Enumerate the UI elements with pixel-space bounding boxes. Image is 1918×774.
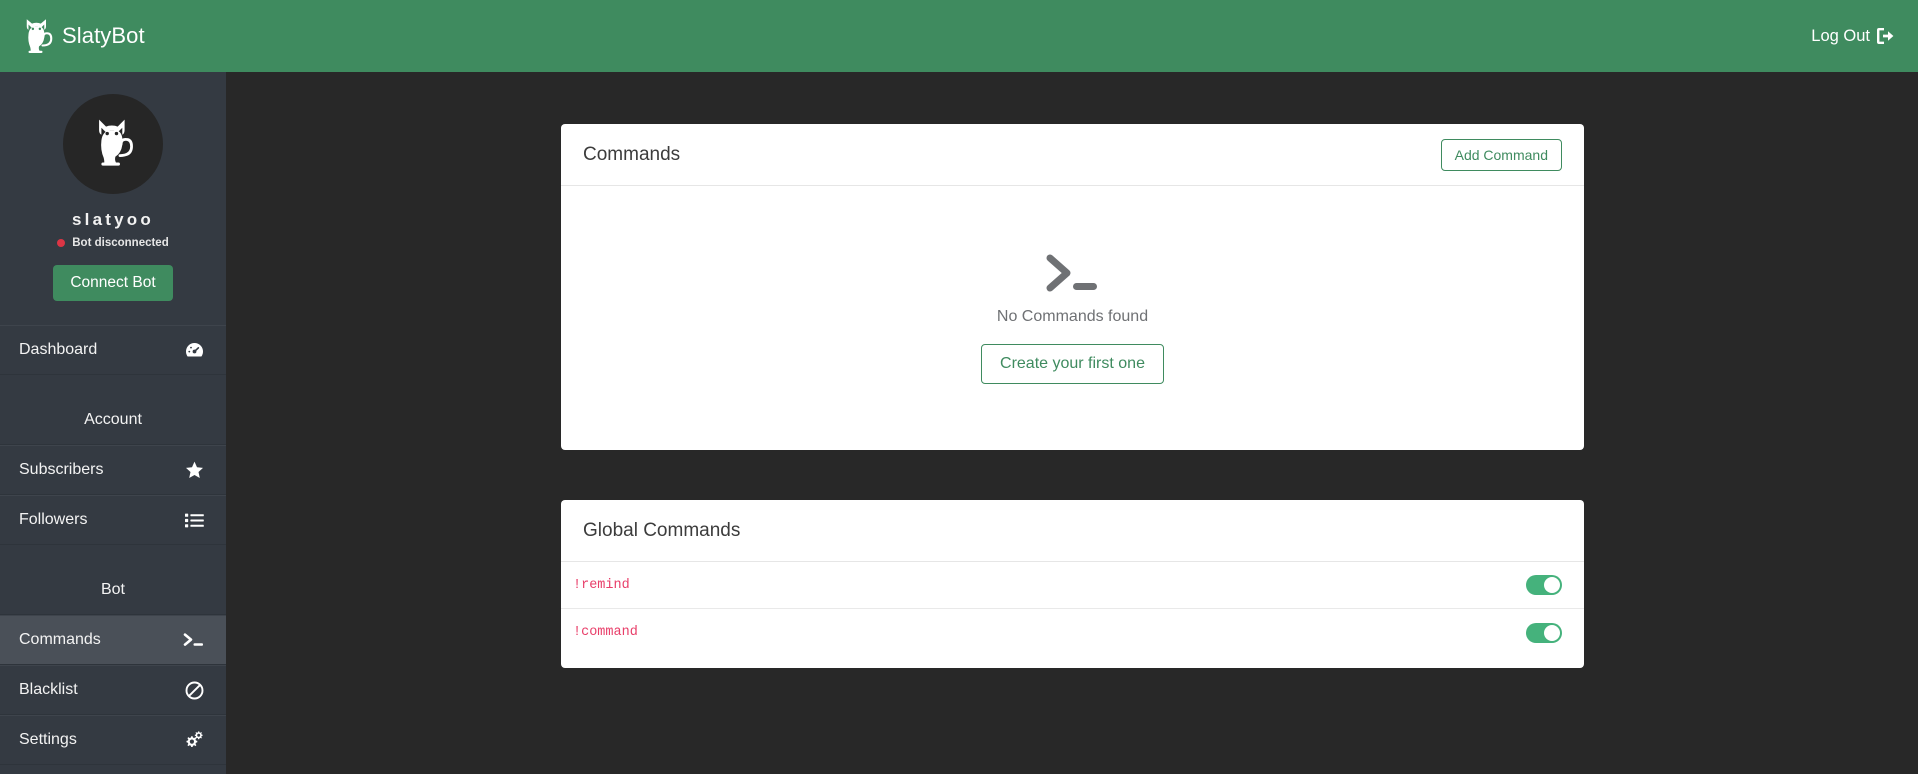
command-toggle[interactable] [1526, 622, 1562, 643]
avatar [63, 94, 163, 194]
main-content: Commands Add Command No Commands found C… [226, 72, 1918, 774]
commands-card-header: Commands Add Command [561, 124, 1584, 186]
empty-state-text: No Commands found [996, 307, 1149, 325]
profile-panel: slatyoo Bot disconnected Connect Bot [0, 72, 226, 301]
toggle-knob [1544, 624, 1560, 641]
sidebar-heading-bot: Bot [0, 565, 226, 615]
sidebar-item-followers[interactable]: Followers [0, 495, 226, 545]
sidebar-item-label: Commands [19, 631, 101, 648]
global-command-row: !remind [561, 562, 1584, 609]
top-navbar: SlatyBot Log Out [0, 0, 1918, 72]
connect-bot-button[interactable]: Connect Bot [53, 265, 173, 301]
status-dot-icon [57, 239, 66, 247]
sidebar-item-label: Settings [19, 731, 77, 748]
cogs-icon [183, 731, 204, 749]
sidebar-heading-account: Account [0, 395, 226, 445]
brand-title: SlatyBot [62, 23, 145, 48]
sidebar: slatyoo Bot disconnected Connect Bot Das… [0, 72, 226, 774]
global-commands-title: Global Commands [583, 519, 741, 541]
add-command-button[interactable]: Add Command [1440, 138, 1562, 171]
command-name: !command [573, 625, 638, 640]
sidebar-item-subscribers[interactable]: Subscribers [0, 445, 226, 495]
global-commands-card: Global Commands !remind !command [561, 500, 1584, 668]
bot-status-label: Bot disconnected [72, 237, 169, 249]
sidebar-item-settings[interactable]: Settings [0, 715, 226, 765]
toggle-knob [1544, 577, 1560, 593]
logout-label: Log Out [1811, 26, 1870, 45]
sidebar-item-label: Subscribers [19, 461, 104, 478]
terminal-icon [183, 632, 204, 648]
ban-icon [185, 681, 204, 700]
sidebar-item-label: Dashboard [19, 341, 98, 358]
star-icon [185, 461, 204, 479]
sidebar-item-blacklist[interactable]: Blacklist [0, 665, 226, 715]
sidebar-item-label: Blacklist [19, 681, 78, 698]
sign-out-icon [1877, 28, 1894, 44]
commands-empty-state: No Commands found Create your first one [561, 186, 1584, 449]
cat-logo-icon [18, 14, 60, 58]
cat-avatar-icon [85, 115, 141, 173]
brand-link[interactable]: SlatyBot [18, 14, 145, 58]
command-name: !remind [573, 577, 630, 593]
bot-status: Bot disconnected [0, 237, 226, 249]
sidebar-item-dashboard[interactable]: Dashboard [0, 325, 226, 375]
global-command-row: !command [561, 609, 1584, 656]
tachometer-icon [185, 342, 204, 359]
profile-name: slatyoo [72, 210, 154, 229]
terminal-prompt-icon [1045, 252, 1101, 296]
create-first-command-button[interactable]: Create your first one [981, 343, 1164, 384]
logout-button[interactable]: Log Out [1811, 27, 1894, 46]
sidebar-nav: Dashboard Account Subscribers Followers … [0, 325, 226, 765]
command-toggle[interactable] [1526, 575, 1562, 595]
list-icon [185, 513, 204, 528]
sidebar-item-label: Followers [19, 511, 88, 528]
page-title: Commands [583, 143, 681, 165]
commands-card: Commands Add Command No Commands found C… [561, 124, 1584, 450]
sidebar-item-commands[interactable]: Commands [0, 615, 226, 665]
global-commands-header: Global Commands [561, 500, 1584, 562]
